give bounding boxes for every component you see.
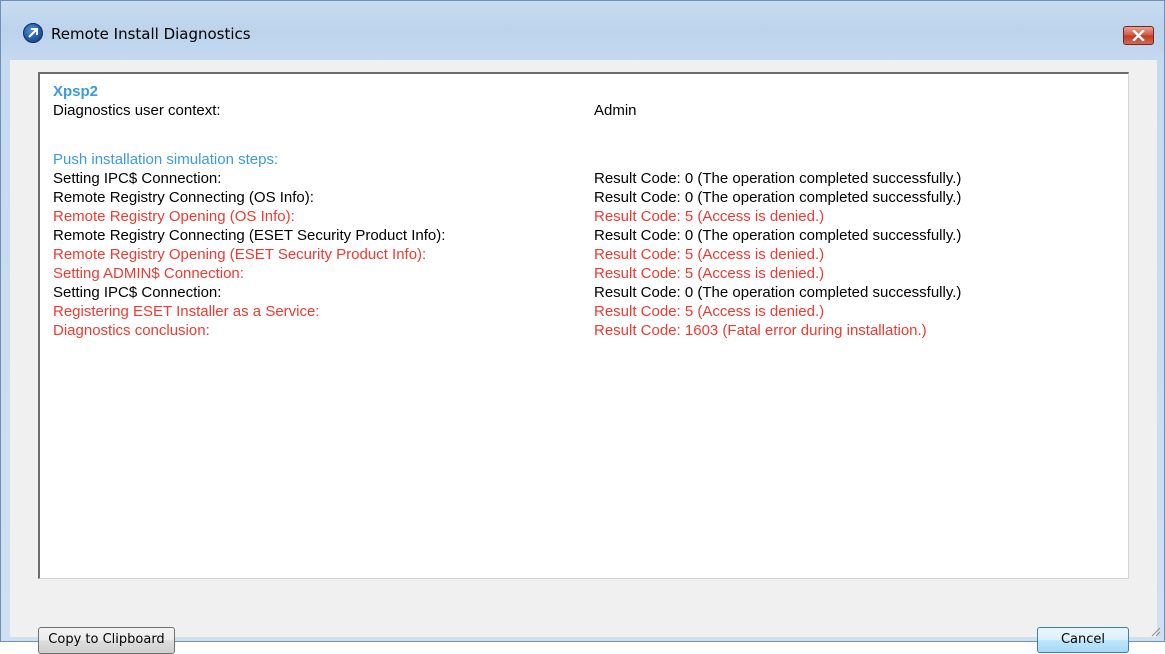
step-label: Setting IPC$ Connection: <box>53 284 222 301</box>
step-label: Registering ESET Installer as a Service: <box>53 303 320 320</box>
remote-install-icon <box>23 23 43 43</box>
window-title: Remote Install Diagnostics <box>51 25 251 43</box>
step-result: Result Code: 5 (Access is denied.) <box>594 246 825 263</box>
step-row: Registering ESET Installer as a Service:… <box>53 302 1123 321</box>
dialog-window: Remote Install Diagnostics Xpsp2 Diagnos… <box>0 0 1165 654</box>
steps-heading: Push installation simulation steps: <box>53 151 279 168</box>
step-row: Remote Registry Opening (ESET Security P… <box>53 245 1123 264</box>
step-result: Result Code: 0 (The operation completed … <box>594 189 962 206</box>
title-bar[interactable]: Remote Install Diagnostics <box>1 1 1164 61</box>
step-result: Result Code: 5 (Access is denied.) <box>594 303 825 320</box>
context-row: Diagnostics user context: Admin <box>53 101 1123 120</box>
step-result: Result Code: 5 (Access is denied.) <box>594 265 825 282</box>
step-result: Result Code: 0 (The operation completed … <box>594 227 962 244</box>
step-row: Remote Registry Connecting (OS Info): Re… <box>53 188 1123 207</box>
dialog-content: Xpsp2 Diagnostics user context: Admin Pu… <box>10 60 1157 654</box>
step-label: Remote Registry Opening (OS Info): <box>53 208 295 225</box>
step-label: Remote Registry Connecting (OS Info): <box>53 189 314 206</box>
copy-to-clipboard-button[interactable]: Copy to Clipboard <box>38 627 175 654</box>
close-button[interactable] <box>1123 26 1154 45</box>
conclusion-result: Result Code: 1603 (Fatal error during in… <box>594 322 927 339</box>
step-label: Remote Registry Connecting (ESET Securit… <box>53 227 446 244</box>
step-row: Remote Registry Opening (OS Info): Resul… <box>53 207 1123 226</box>
cancel-button[interactable]: Cancel <box>1037 627 1129 653</box>
step-label: Setting IPC$ Connection: <box>53 170 222 187</box>
step-label: Remote Registry Opening (ESET Security P… <box>53 246 427 263</box>
conclusion-row: Diagnostics conclusion: Result Code: 160… <box>53 321 1123 340</box>
step-result: Result Code: 0 (The operation completed … <box>594 170 962 187</box>
conclusion-label: Diagnostics conclusion: <box>53 322 210 339</box>
step-row: Setting IPC$ Connection: Result Code: 0 … <box>53 169 1123 188</box>
host-name: Xpsp2 <box>53 83 99 100</box>
close-icon <box>1132 30 1145 41</box>
context-label: Diagnostics user context: <box>53 102 221 119</box>
step-row: Setting IPC$ Connection: Result Code: 0 … <box>53 283 1123 302</box>
steps-heading-row: Push installation simulation steps: <box>53 150 1123 169</box>
step-row: Remote Registry Connecting (ESET Securit… <box>53 226 1123 245</box>
resize-grip-icon[interactable] <box>1149 625 1161 637</box>
step-row: Setting ADMIN$ Connection: Result Code: … <box>53 264 1123 283</box>
step-label: Setting ADMIN$ Connection: <box>53 265 244 282</box>
context-value: Admin <box>594 102 637 119</box>
step-result: Result Code: 0 (The operation completed … <box>594 284 962 301</box>
step-result: Result Code: 5 (Access is denied.) <box>594 208 825 225</box>
diagnostics-log[interactable]: Xpsp2 Diagnostics user context: Admin Pu… <box>38 72 1129 579</box>
